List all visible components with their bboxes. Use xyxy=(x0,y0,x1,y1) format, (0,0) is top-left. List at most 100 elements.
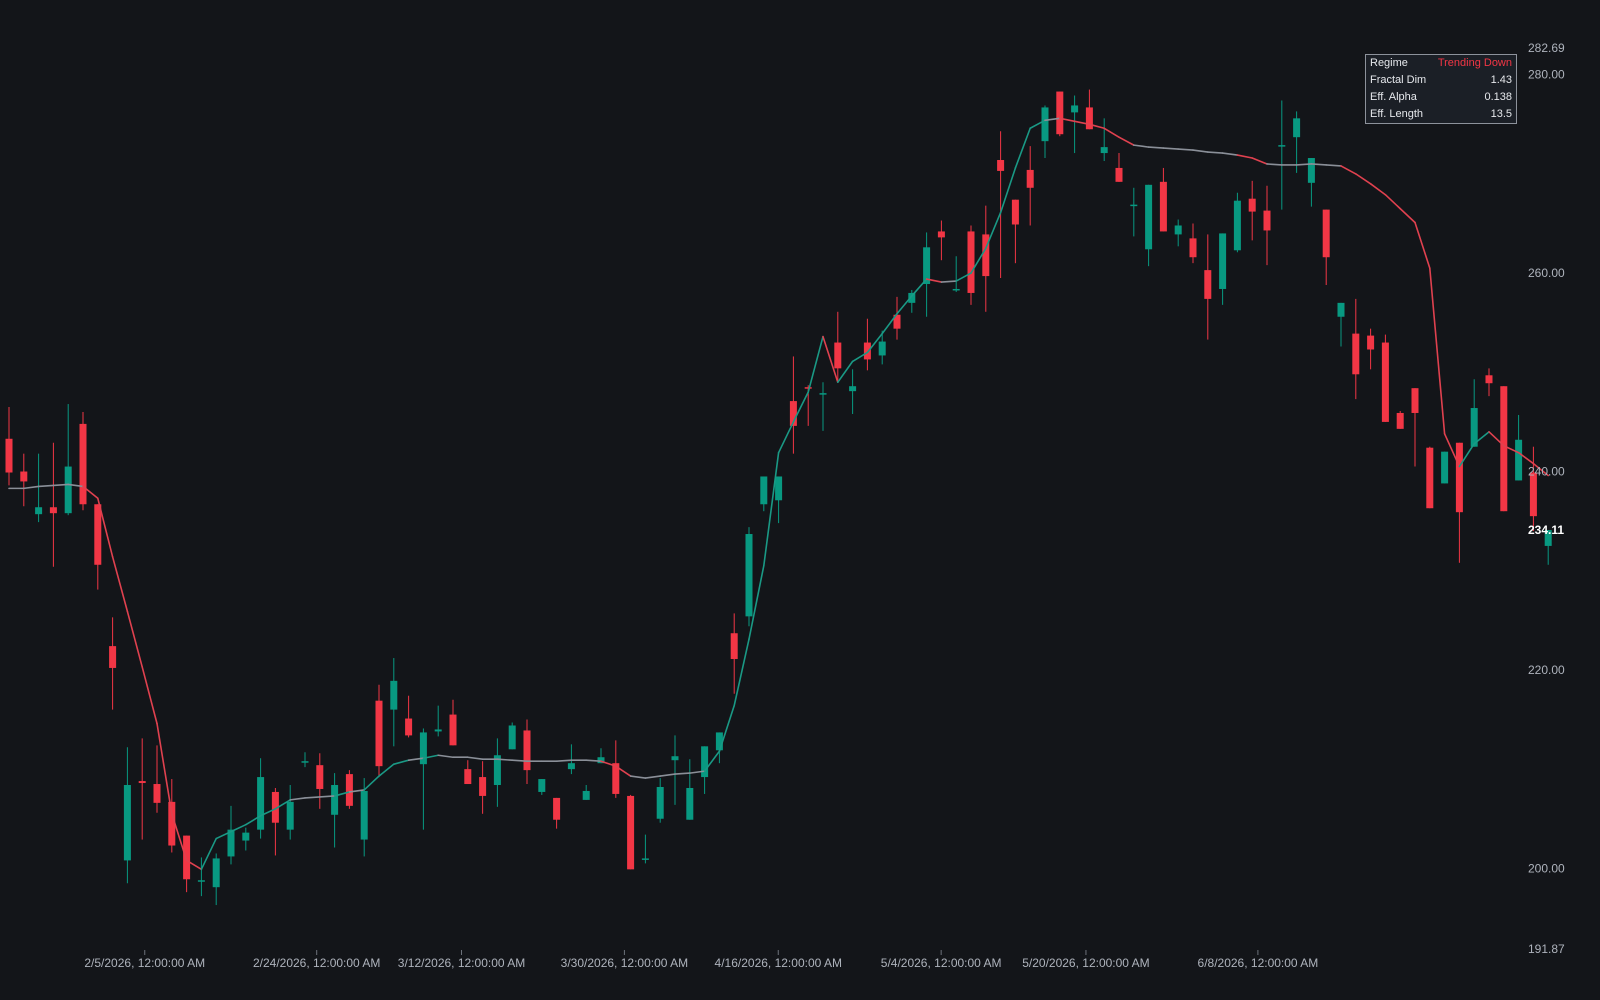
candle-body xyxy=(1026,169,1034,188)
ma-segment xyxy=(1355,173,1372,185)
candle-body xyxy=(641,858,649,860)
candle xyxy=(819,382,827,431)
candle-body xyxy=(1455,442,1463,513)
candle-body xyxy=(153,784,161,803)
ma-segment xyxy=(585,759,602,763)
candle-body xyxy=(1337,302,1345,317)
candle xyxy=(1174,219,1182,247)
ma-segment xyxy=(126,610,143,668)
x-tick-label: 3/30/2026, 12:00:00 AM xyxy=(561,956,688,970)
candle-body xyxy=(242,832,250,841)
candle-body xyxy=(123,785,131,861)
candle xyxy=(1426,446,1434,509)
candle xyxy=(464,760,472,785)
candle xyxy=(1441,451,1449,484)
candle-body xyxy=(345,774,353,806)
ma-segment xyxy=(1192,149,1209,153)
info-label: Eff. Alpha xyxy=(1370,91,1417,103)
candle-body xyxy=(331,785,339,815)
candle xyxy=(1263,185,1271,266)
info-row-eff-alpha: Eff. Alpha 0.138 xyxy=(1366,89,1516,106)
candle-body xyxy=(1307,158,1315,183)
candle xyxy=(1322,209,1330,286)
candle-body xyxy=(227,829,235,857)
candle xyxy=(1337,302,1345,347)
y-tick-label: 240.00 xyxy=(1528,465,1565,479)
candle-body xyxy=(1071,105,1079,113)
candle xyxy=(35,453,43,523)
candle xyxy=(1381,334,1389,422)
ma-segment xyxy=(1369,183,1387,196)
candle-body xyxy=(1174,225,1182,235)
x-axis: 2/5/2026, 12:00:00 AM 2/24/2026, 12:00:00… xyxy=(84,950,1318,970)
candle xyxy=(64,404,72,516)
candle-body xyxy=(1352,333,1360,375)
candle-body xyxy=(301,761,309,763)
candle-body xyxy=(286,801,294,830)
ma-segment xyxy=(896,295,913,315)
candle-body xyxy=(804,387,812,389)
candle xyxy=(79,411,87,511)
candle-body xyxy=(390,680,398,710)
ma-segment xyxy=(1384,193,1401,210)
candle xyxy=(419,728,427,830)
candle xyxy=(538,779,546,795)
candle xyxy=(479,761,487,814)
candle-body xyxy=(1233,200,1241,251)
x-tick-label: 5/20/2026, 12:00:00 AM xyxy=(1022,956,1149,970)
candle-body xyxy=(863,342,871,360)
candle xyxy=(286,785,294,840)
ma-segment xyxy=(1118,136,1135,146)
candle xyxy=(1411,388,1419,467)
candle xyxy=(375,684,383,778)
candle-body xyxy=(582,790,590,800)
ma-segment xyxy=(37,484,55,488)
price-chart[interactable]: 200.00 220.00 240.00 260.00 280.00 282.69 191.… xyxy=(0,0,1600,1000)
candle-body xyxy=(360,790,368,840)
ma-segment xyxy=(629,775,647,779)
candle xyxy=(227,805,235,865)
candle-body xyxy=(434,729,442,732)
y-tick-label: 220.00 xyxy=(1528,663,1565,677)
candle-body xyxy=(952,288,960,291)
ma-segment xyxy=(1310,163,1327,166)
ma-segment xyxy=(644,775,662,779)
info-label: Regime xyxy=(1370,57,1408,69)
candle xyxy=(301,752,309,768)
candle-body xyxy=(5,438,13,473)
x-tick-label: 3/12/2026, 12:00:00 AM xyxy=(398,956,525,970)
ma-segment xyxy=(437,754,454,759)
candle-body xyxy=(1145,184,1153,250)
candle xyxy=(1189,223,1197,264)
candle-body xyxy=(937,231,945,238)
candle xyxy=(730,613,738,694)
candle-body xyxy=(1441,451,1449,484)
candle xyxy=(493,738,501,807)
candle-body xyxy=(1189,238,1197,258)
ma-segment xyxy=(1207,151,1224,154)
x-tick-label: 4/16/2026, 12:00:00 AM xyxy=(715,956,842,970)
info-value: Trending Down xyxy=(1437,57,1512,69)
candle-body xyxy=(1529,472,1537,517)
ma-segment xyxy=(555,759,573,763)
candle xyxy=(982,205,990,312)
ma-segment xyxy=(777,421,795,454)
ma-segment xyxy=(1147,146,1165,149)
candle-body xyxy=(316,765,324,789)
candle-body xyxy=(701,746,709,778)
candle-body xyxy=(523,730,531,771)
candle xyxy=(656,778,664,823)
candle xyxy=(582,785,590,800)
candle-body xyxy=(1219,233,1227,289)
candle xyxy=(553,797,561,829)
candle-body xyxy=(257,777,265,830)
ma-segment xyxy=(659,773,676,777)
ma-segment xyxy=(1295,163,1313,166)
ma-segment xyxy=(466,756,484,761)
y-tick-label: 260.00 xyxy=(1528,266,1565,280)
info-row-regime: Regime Trending Down xyxy=(1366,55,1516,72)
candle-body xyxy=(419,732,427,765)
y-tick-label: 200.00 xyxy=(1528,861,1565,875)
ma-segment xyxy=(1429,267,1446,435)
candle xyxy=(183,835,191,893)
